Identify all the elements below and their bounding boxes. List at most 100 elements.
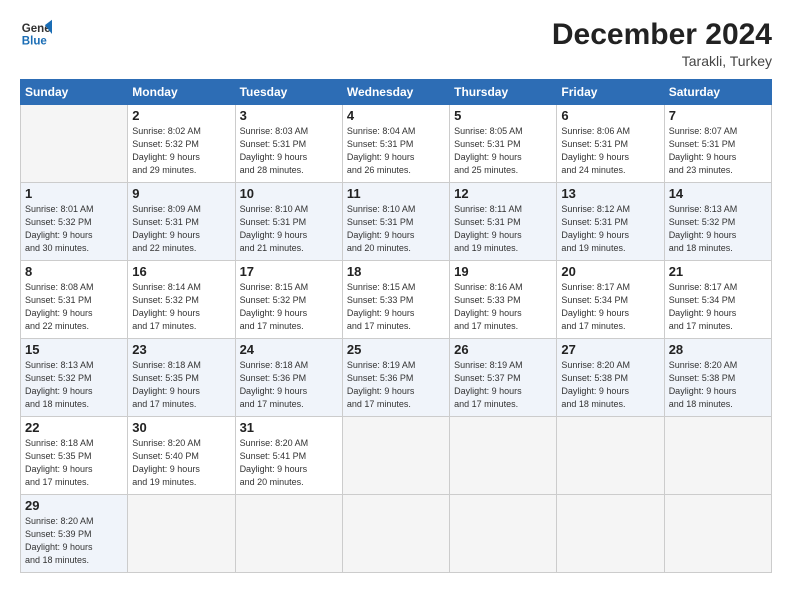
day-number: 8 — [25, 264, 123, 279]
calendar-cell: 6 Sunrise: 8:06 AM Sunset: 5:31 PM Daylig… — [557, 105, 664, 183]
calendar-cell — [21, 105, 128, 183]
logo-icon: General Blue — [20, 18, 52, 50]
calendar-cell: 19 Sunrise: 8:16 AM Sunset: 5:33 PM Dayli… — [450, 261, 557, 339]
calendar-cell — [128, 495, 235, 573]
day-number: 16 — [132, 264, 230, 279]
calendar-cell: 13Sunrise: 8:12 AM Sunset: 5:31 PM Dayli… — [557, 183, 664, 261]
day-info: Sunrise: 8:20 AM Sunset: 5:39 PM Dayligh… — [25, 515, 123, 567]
day-info: Sunrise: 8:20 AM Sunset: 5:38 PM Dayligh… — [561, 359, 659, 411]
day-info: Sunrise: 8:03 AM Sunset: 5:31 PM Dayligh… — [240, 125, 338, 177]
col-monday: Monday — [128, 80, 235, 105]
calendar-cell: 30 Sunrise: 8:20 AM Sunset: 5:40 PM Dayli… — [128, 417, 235, 495]
calendar-cell: 26Sunrise: 8:19 AM Sunset: 5:37 PM Dayli… — [450, 339, 557, 417]
calendar-cell: 7 Sunrise: 8:07 AM Sunset: 5:31 PM Daylig… — [664, 105, 771, 183]
day-info: Sunrise: 8:20 AM Sunset: 5:41 PM Dayligh… — [240, 437, 338, 489]
calendar-cell: 27Sunrise: 8:20 AM Sunset: 5:38 PM Dayli… — [557, 339, 664, 417]
calendar-cell: 15 Sunrise: 8:13 AM Sunset: 5:32 PM Dayli… — [21, 339, 128, 417]
title-block: December 2024 Tarakli, Turkey — [552, 18, 772, 69]
calendar-cell: 14 Sunrise: 8:13 AM Sunset: 5:32 PM Dayli… — [664, 183, 771, 261]
day-number: 31 — [240, 420, 338, 435]
day-number: 30 — [132, 420, 230, 435]
col-sunday: Sunday — [21, 80, 128, 105]
day-info: Sunrise: 8:20 AM Sunset: 5:38 PM Dayligh… — [669, 359, 767, 411]
day-info: Sunrise: 8:04 AM Sunset: 5:31 PM Dayligh… — [347, 125, 445, 177]
day-info: Sunrise: 8:13 AM Sunset: 5:32 PM Dayligh… — [25, 359, 123, 411]
day-number: 9 — [132, 186, 230, 201]
calendar-cell: 22 Sunrise: 8:18 AM Sunset: 5:35 PM Dayli… — [21, 417, 128, 495]
day-info: Sunrise: 8:15 AM Sunset: 5:32 PM Dayligh… — [240, 281, 338, 333]
day-number: 14 — [669, 186, 767, 201]
day-info: Sunrise: 8:10 AM Sunset: 5:31 PM Dayligh… — [347, 203, 445, 255]
day-number: 12 — [454, 186, 552, 201]
day-number: 13 — [561, 186, 659, 201]
day-info: Sunrise: 8:14 AM Sunset: 5:32 PM Dayligh… — [132, 281, 230, 333]
calendar-cell — [450, 417, 557, 495]
day-number: 1 — [25, 186, 123, 201]
day-info: Sunrise: 8:01 AM Sunset: 5:32 PM Dayligh… — [25, 203, 123, 255]
calendar-cell — [664, 417, 771, 495]
day-info: Sunrise: 8:18 AM Sunset: 5:36 PM Dayligh… — [240, 359, 338, 411]
day-info: Sunrise: 8:18 AM Sunset: 5:35 PM Dayligh… — [132, 359, 230, 411]
day-info: Sunrise: 8:17 AM Sunset: 5:34 PM Dayligh… — [669, 281, 767, 333]
calendar-cell — [450, 495, 557, 573]
day-info: Sunrise: 8:17 AM Sunset: 5:34 PM Dayligh… — [561, 281, 659, 333]
calendar-cell — [664, 495, 771, 573]
col-tuesday: Tuesday — [235, 80, 342, 105]
calendar-cell: 29Sunrise: 8:20 AM Sunset: 5:39 PM Dayli… — [21, 495, 128, 573]
day-number: 23 — [132, 342, 230, 357]
calendar-cell — [557, 417, 664, 495]
day-number: 2 — [132, 108, 230, 123]
calendar-cell: 23 Sunrise: 8:18 AM Sunset: 5:35 PM Dayli… — [128, 339, 235, 417]
calendar-cell: 25 Sunrise: 8:19 AM Sunset: 5:36 PM Dayli… — [342, 339, 449, 417]
calendar-cell: 11Sunrise: 8:10 AM Sunset: 5:31 PM Dayli… — [342, 183, 449, 261]
day-number: 15 — [25, 342, 123, 357]
col-wednesday: Wednesday — [342, 80, 449, 105]
day-info: Sunrise: 8:08 AM Sunset: 5:31 PM Dayligh… — [25, 281, 123, 333]
day-number: 25 — [347, 342, 445, 357]
day-info: Sunrise: 8:15 AM Sunset: 5:33 PM Dayligh… — [347, 281, 445, 333]
calendar-cell — [342, 417, 449, 495]
calendar-row: 2Sunrise: 8:02 AM Sunset: 5:32 PM Daylig… — [21, 105, 772, 183]
day-info: Sunrise: 8:13 AM Sunset: 5:32 PM Dayligh… — [669, 203, 767, 255]
calendar-cell: 21 Sunrise: 8:17 AM Sunset: 5:34 PM Dayli… — [664, 261, 771, 339]
calendar-row: 22 Sunrise: 8:18 AM Sunset: 5:35 PM Dayli… — [21, 417, 772, 495]
logo: General Blue — [20, 18, 52, 50]
calendar-cell: 5 Sunrise: 8:05 AM Sunset: 5:31 PM Daylig… — [450, 105, 557, 183]
day-info: Sunrise: 8:06 AM Sunset: 5:31 PM Dayligh… — [561, 125, 659, 177]
day-number: 5 — [454, 108, 552, 123]
calendar-row: 29Sunrise: 8:20 AM Sunset: 5:39 PM Dayli… — [21, 495, 772, 573]
day-info: Sunrise: 8:10 AM Sunset: 5:31 PM Dayligh… — [240, 203, 338, 255]
calendar-cell: 1 Sunrise: 8:01 AM Sunset: 5:32 PM Daylig… — [21, 183, 128, 261]
calendar-cell: 18Sunrise: 8:15 AM Sunset: 5:33 PM Dayli… — [342, 261, 449, 339]
calendar-cell: 8 Sunrise: 8:08 AM Sunset: 5:31 PM Daylig… — [21, 261, 128, 339]
col-saturday: Saturday — [664, 80, 771, 105]
day-info: Sunrise: 8:05 AM Sunset: 5:31 PM Dayligh… — [454, 125, 552, 177]
day-number: 4 — [347, 108, 445, 123]
day-number: 3 — [240, 108, 338, 123]
calendar-cell: 12 Sunrise: 8:11 AM Sunset: 5:31 PM Dayli… — [450, 183, 557, 261]
day-info: Sunrise: 8:07 AM Sunset: 5:31 PM Dayligh… — [669, 125, 767, 177]
day-info: Sunrise: 8:18 AM Sunset: 5:35 PM Dayligh… — [25, 437, 123, 489]
svg-text:Blue: Blue — [22, 36, 48, 48]
day-number: 19 — [454, 264, 552, 279]
col-thursday: Thursday — [450, 80, 557, 105]
col-friday: Friday — [557, 80, 664, 105]
location: Tarakli, Turkey — [552, 53, 772, 69]
day-info: Sunrise: 8:19 AM Sunset: 5:36 PM Dayligh… — [347, 359, 445, 411]
day-info: Sunrise: 8:20 AM Sunset: 5:40 PM Dayligh… — [132, 437, 230, 489]
day-number: 24 — [240, 342, 338, 357]
header: General Blue December 2024 Tarakli, Turk… — [20, 18, 772, 69]
day-info: Sunrise: 8:11 AM Sunset: 5:31 PM Dayligh… — [454, 203, 552, 255]
calendar-cell: 4 Sunrise: 8:04 AM Sunset: 5:31 PM Daylig… — [342, 105, 449, 183]
calendar-cell: 9Sunrise: 8:09 AM Sunset: 5:31 PM Daylig… — [128, 183, 235, 261]
day-number: 21 — [669, 264, 767, 279]
calendar-cell: 17Sunrise: 8:15 AM Sunset: 5:32 PM Dayli… — [235, 261, 342, 339]
day-info: Sunrise: 8:16 AM Sunset: 5:33 PM Dayligh… — [454, 281, 552, 333]
month-title: December 2024 — [552, 18, 772, 51]
day-number: 7 — [669, 108, 767, 123]
day-number: 6 — [561, 108, 659, 123]
day-number: 28 — [669, 342, 767, 357]
day-number: 22 — [25, 420, 123, 435]
calendar-cell: 10Sunrise: 8:10 AM Sunset: 5:31 PM Dayli… — [235, 183, 342, 261]
header-row: Sunday Monday Tuesday Wednesday Thursday… — [21, 80, 772, 105]
